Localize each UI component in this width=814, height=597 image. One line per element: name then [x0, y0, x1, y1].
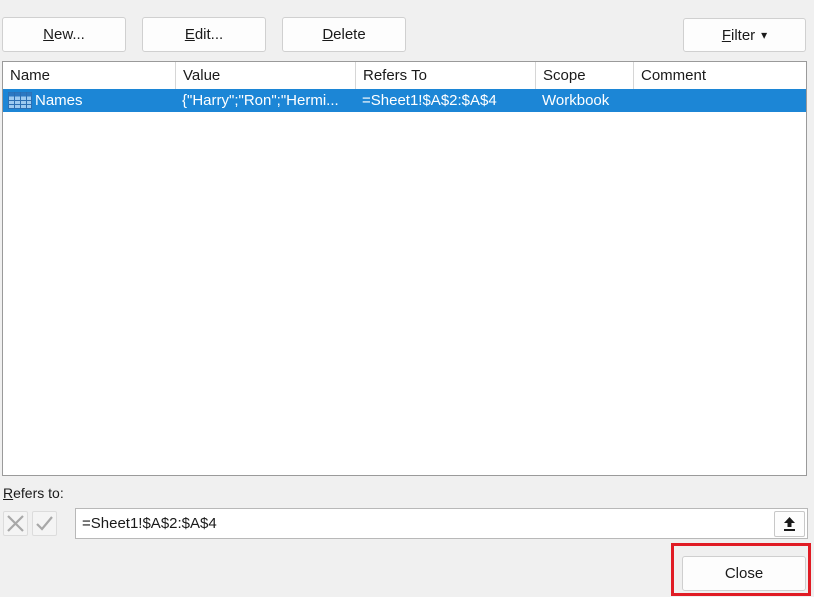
new-button-mnemonic: N — [43, 26, 54, 43]
edit-button-label: dit... — [194, 26, 224, 43]
filter-button-mnemonic: F — [721, 26, 731, 44]
edit-button[interactable]: Edit... — [142, 17, 266, 52]
cell-refers-to: =Sheet1!$A$2:$A$4 — [362, 92, 497, 109]
column-header-refers-to[interactable]: Refers To — [356, 62, 536, 89]
column-header-value[interactable]: Value — [176, 62, 356, 89]
accept-edit-button[interactable] — [32, 511, 57, 536]
close-icon — [7, 515, 24, 532]
column-header-comment[interactable]: Comment — [634, 62, 806, 89]
refers-to-mnemonic: R — [3, 485, 14, 501]
filter-button[interactable]: Filter ▾ — [683, 18, 806, 52]
column-header-scope[interactable]: Scope — [536, 62, 634, 89]
delete-button-label: elete — [333, 26, 366, 43]
cell-name: Names — [35, 92, 83, 109]
delete-button-mnemonic: D — [322, 26, 334, 43]
arrow-up-icon — [784, 517, 795, 531]
cell-comment — [640, 89, 800, 112]
new-button[interactable]: New... — [2, 17, 126, 52]
chevron-down-icon: ▾ — [761, 28, 768, 42]
manage-names-dialog: New... Edit... Delete Filter ▾ Name Valu… — [0, 0, 814, 597]
edit-button-mnemonic: E — [184, 26, 195, 43]
list-header: Name Value Refers To Scope Comment — [3, 62, 806, 89]
refers-to-text: efers to: — [13, 485, 64, 501]
refers-to-input[interactable] — [75, 508, 808, 539]
range-grid-icon — [8, 92, 32, 109]
table-row[interactable]: Names {"Harry";"Ron";"Hermi... =Sheet1!$… — [3, 89, 806, 112]
names-list[interactable]: Name Value Refers To Scope Comment Names… — [2, 61, 807, 476]
close-button-label: Close — [724, 565, 764, 582]
cancel-edit-button[interactable] — [3, 511, 28, 536]
new-button-label: ew... — [53, 26, 85, 43]
cell-value: {"Harry";"Ron";"Hermi... — [182, 92, 339, 109]
filter-button-label: ilter — [730, 26, 756, 44]
close-button[interactable]: Close — [682, 556, 806, 591]
column-header-name[interactable]: Name — [3, 62, 176, 89]
cell-scope: Workbook — [542, 92, 610, 109]
refers-to-label: Refers to: — [3, 485, 64, 501]
shrink-dialog-button[interactable] — [774, 511, 805, 537]
check-icon — [36, 516, 53, 531]
delete-button[interactable]: Delete — [282, 17, 406, 52]
